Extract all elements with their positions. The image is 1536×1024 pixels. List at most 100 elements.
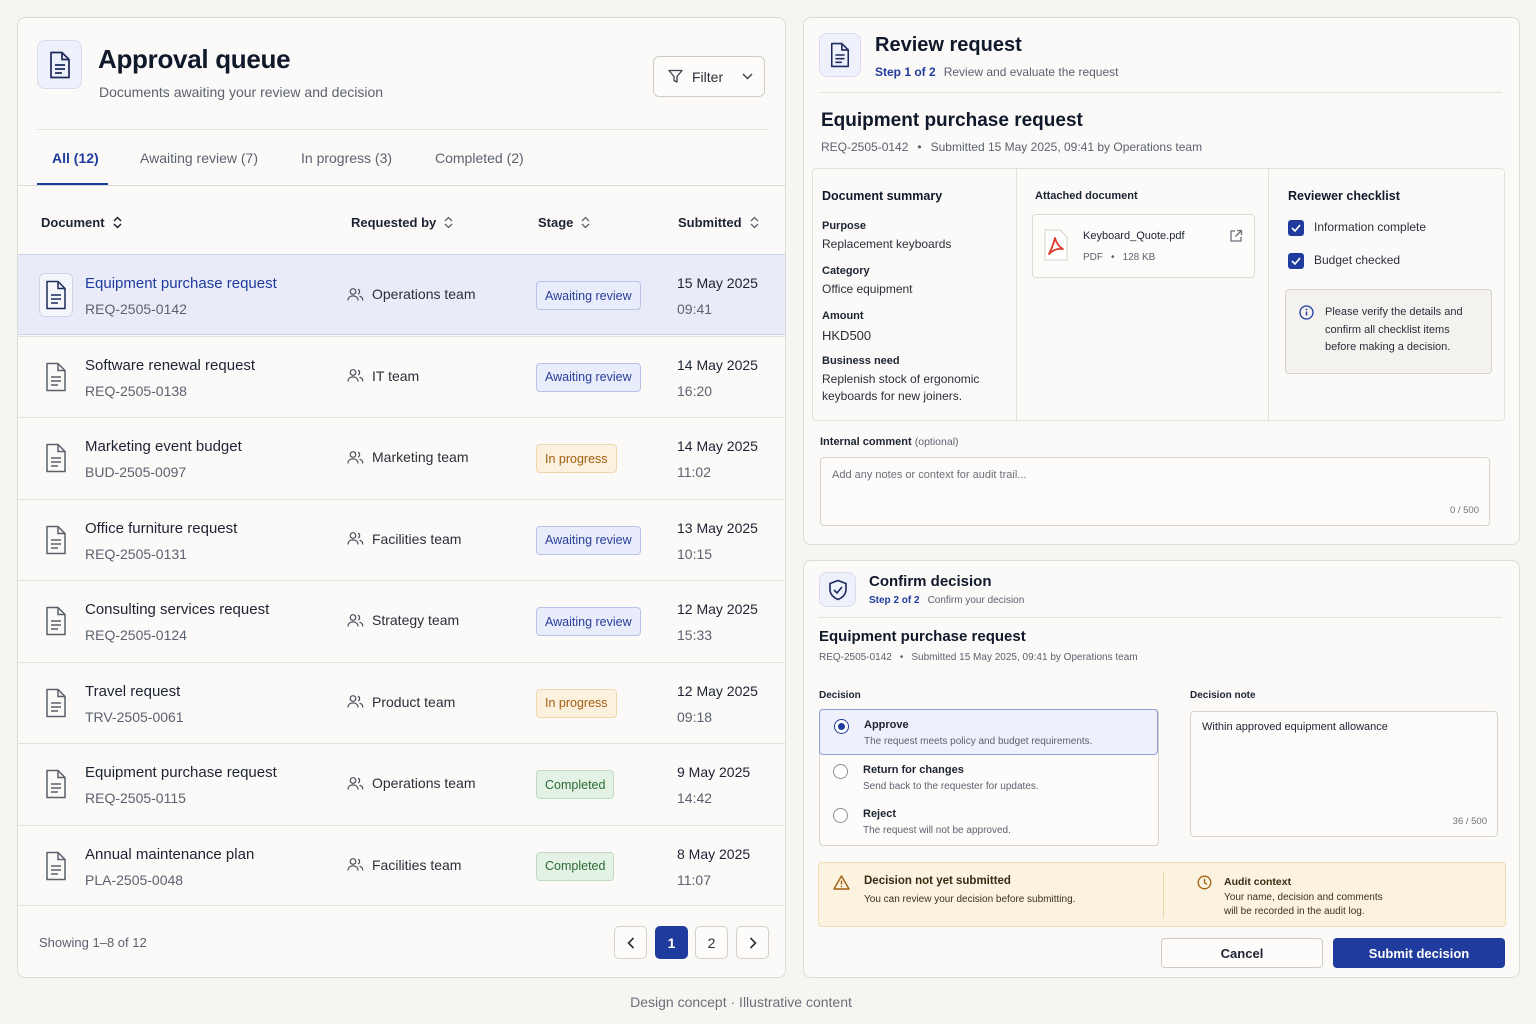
submitted-time: 09:41 [677, 301, 713, 317]
internal-comment-field[interactable]: Add any notes or context for audit trail… [820, 457, 1490, 526]
table-row[interactable]: Equipment purchase request REQ-2505-0115 O… [18, 743, 785, 824]
requested-by: Operations team [347, 286, 476, 302]
external-link-icon[interactable] [1229, 229, 1243, 243]
column-header-submitted[interactable]: Submitted [678, 215, 759, 230]
checkbox-checked[interactable] [1288, 219, 1304, 236]
comment-label-text: Internal comment [820, 436, 912, 448]
checkbox-checked[interactable] [1288, 252, 1304, 269]
note-line: before making a decision. [1325, 341, 1451, 353]
document-name[interactable]: Equipment purchase request [85, 764, 277, 781]
document-icon [39, 681, 73, 725]
requested-by: Marketing team [347, 449, 468, 465]
document-icon [39, 436, 73, 480]
status-badge: In progress [536, 444, 617, 473]
page-1-button[interactable]: 1 [655, 926, 688, 959]
document-name[interactable]: Travel request [85, 683, 180, 700]
filter-button[interactable]: Filter [653, 56, 765, 97]
tab-all[interactable]: All (12) [52, 150, 99, 166]
tab-in-progress[interactable]: In progress (3) [301, 150, 392, 166]
status-badge: In progress [536, 688, 617, 718]
checklist-note: Please verify the details and confirm al… [1285, 289, 1492, 374]
decision-note-field[interactable]: Within approved equipment allowance 36 /… [1190, 711, 1498, 837]
audit-line: Your name, decision and comments [1224, 892, 1383, 903]
attachment-card[interactable]: Keyboard_Quote.pdf PDF • 128 KB [1032, 214, 1255, 278]
decision-note-value: Within approved equipment allowance [1202, 721, 1388, 733]
tab-awaiting-review[interactable]: Awaiting review (7) [140, 150, 258, 166]
team-name: Facilities team [372, 530, 462, 547]
previous-page-button[interactable] [614, 926, 647, 959]
next-page-button[interactable] [736, 926, 769, 959]
request-meta: REQ-2505-0142 • Submitted 15 May 2025, 09:… [819, 652, 1138, 663]
decision-note-label: Decision note [1190, 690, 1256, 701]
tab-completed[interactable]: Completed (2) [435, 150, 524, 166]
category-value: Office equipment [822, 282, 913, 296]
requested-by: Facilities team [347, 531, 461, 547]
column-header-stage[interactable]: Stage [538, 215, 590, 230]
cancel-button[interactable]: Cancel [1161, 938, 1323, 968]
request-id: REQ-2505-0142 [821, 140, 909, 154]
table-row[interactable]: Travel request TRV-2505-0061 Product team I… [18, 661, 785, 743]
option-description: The request meets policy and budget requ… [864, 736, 1093, 747]
submitted-time: 10:15 [677, 545, 713, 562]
separator: • [1111, 252, 1115, 263]
document-name[interactable]: Equipment purchase request [85, 275, 277, 292]
sort-icon [113, 216, 122, 229]
document-name[interactable]: Software renewal request [85, 357, 255, 374]
document-icon [39, 355, 73, 399]
table-row[interactable]: Consulting services request REQ-2505-0124… [18, 580, 785, 661]
chevron-right-icon [749, 936, 757, 949]
column-header-requested-by[interactable]: Requested by [351, 215, 453, 230]
document-name[interactable]: Marketing event budget [85, 438, 242, 455]
submitted-info: Submitted 15 May 2025, 09:41 by Operatio… [911, 652, 1138, 663]
column-header-label: Requested by [351, 215, 437, 230]
page-2-button[interactable]: 2 [695, 926, 728, 959]
option-label: Return for changes [863, 764, 964, 776]
step-number: Step 1 of 2 [875, 65, 936, 79]
option-approve[interactable]: Approve The request meets policy and bud… [819, 709, 1158, 755]
column-header-label: Document [41, 215, 105, 230]
submitted-date: 15 May 2025 [677, 275, 758, 291]
requested-by: Product team [347, 694, 455, 710]
attachment-heading: Attached document [1035, 190, 1138, 202]
business-need-line: Replenish stock of ergonomic [822, 372, 980, 386]
warning-title: Decision not yet submitted [864, 875, 1011, 887]
option-reject[interactable]: Reject The request will not be approved. [819, 799, 1158, 845]
radio-unselected[interactable] [833, 764, 848, 779]
users-icon [347, 368, 364, 383]
table-row[interactable]: Annual maintenance plan PLA-2505-0048 Faci… [18, 824, 785, 906]
option-description: The request will not be approved. [863, 825, 1011, 836]
radio-selected[interactable] [834, 719, 849, 734]
requested-by: Operations team [347, 775, 476, 791]
radio-unselected[interactable] [833, 808, 848, 823]
table-row[interactable]: Office furniture request REQ-2505-0131 Fac… [18, 498, 785, 580]
document-icon [39, 762, 73, 806]
table-row[interactable]: Equipment purchase request REQ-2505-0142 O… [18, 254, 785, 335]
checklist-item-information-complete[interactable]: Information complete [1288, 219, 1426, 236]
audit-title: Audit context [1224, 876, 1292, 888]
checklist-item-budget-checked[interactable]: Budget checked [1288, 252, 1400, 269]
team-name: IT team [372, 367, 420, 384]
sort-icon [581, 216, 590, 229]
request-id: REQ-2505-0142 [819, 652, 892, 663]
sort-icon [444, 216, 453, 229]
document-name[interactable]: Annual maintenance plan [85, 846, 254, 863]
option-description: Send back to the requester for updates. [863, 781, 1039, 792]
divider [18, 905, 785, 906]
document-icon [37, 40, 82, 89]
comment-label: Internal comment (optional) [820, 436, 959, 448]
document-name[interactable]: Consulting services request [85, 601, 269, 618]
status-badge: Completed [536, 770, 615, 799]
table-row[interactable]: Software renewal request REQ-2505-0138 IT … [18, 335, 785, 417]
option-return-for-changes[interactable]: Return for changes Send back to the requ… [819, 755, 1158, 801]
submit-decision-button[interactable]: Submit decision [1333, 938, 1505, 968]
submitted-info: Submitted 15 May 2025, 09:41 by Operatio… [930, 140, 1203, 154]
status-badge: Completed [536, 851, 615, 881]
column-header-document[interactable]: Document [41, 215, 122, 230]
submitted-date: 13 May 2025 [677, 519, 758, 536]
table-row[interactable]: Marketing event budget BUD-2505-0097 Marke… [18, 417, 785, 498]
team-name: Operations team [372, 775, 476, 791]
team-name: Marketing team [372, 449, 469, 465]
document-name[interactable]: Office furniture request [85, 520, 237, 537]
purpose-label: Purpose [822, 220, 867, 232]
submitted-date: 12 May 2025 [677, 601, 758, 617]
